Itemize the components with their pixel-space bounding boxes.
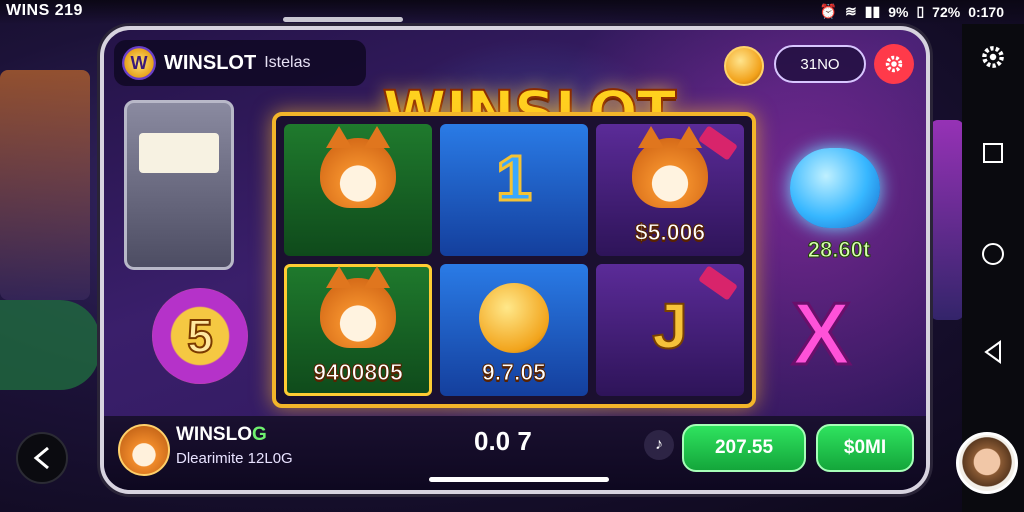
screen: WINS 219 ⏰ ≋ ▮▮ 9% ▯ 72% 0:170 W WINSLOT… — [0, 0, 1024, 512]
gear-icon — [885, 55, 903, 73]
settings-button[interactable] — [874, 44, 914, 84]
reel-cell[interactable]: 9.7.05 — [440, 264, 588, 396]
coin-balance-pill[interactable]: 31NO — [774, 45, 866, 83]
game-window: W WINSLOT Istelas 31NO 5 WINSLOT 1 — [100, 26, 930, 494]
wifi-icon: ≋ — [845, 3, 857, 19]
reel-cell-selected[interactable]: 9400805 — [284, 264, 432, 396]
cash-button[interactable]: $0MI — [816, 424, 914, 472]
coin-balance: 31NO — [800, 55, 840, 73]
bonus-coin[interactable]: 5 — [152, 288, 248, 384]
reel-cell[interactable] — [284, 124, 432, 256]
spin-amount-label: 207.55 — [714, 437, 774, 458]
x-multiplier-icon: X — [791, 284, 853, 383]
alarm-icon: ⏰ — [819, 3, 838, 19]
slot-machine-decoration — [124, 100, 234, 270]
number-one-symbol-icon: 1 — [495, 141, 534, 216]
app-name: WINSLOT — [164, 51, 257, 74]
cell-value: $5.006 — [634, 219, 706, 246]
reel-cell[interactable]: $5.006 — [596, 124, 744, 256]
letter-j-symbol-icon: J — [651, 289, 689, 363]
carrier-label: WINS 219 — [6, 2, 83, 19]
signal-icon: ▮▮ — [864, 3, 881, 19]
cell-value: 9400805 — [313, 359, 404, 386]
sound-toggle-icon[interactable]: ♪ — [644, 430, 674, 460]
user-profile-photo[interactable] — [956, 432, 1018, 494]
clock: 0:170 — [968, 3, 1004, 20]
player-subtitle: Dlearimite 12L0G — [176, 450, 293, 467]
chevron-left-icon — [33, 446, 49, 470]
slot-machine-screen — [139, 133, 219, 173]
cell-value: 9.7.05 — [482, 359, 547, 386]
ribbon-tag-icon — [698, 125, 738, 161]
cash-label: $0MI — [843, 437, 887, 458]
back-nav-button[interactable] — [962, 340, 1024, 369]
bet-value: 0.0 7 — [474, 426, 532, 456]
fox-symbol-icon — [320, 126, 396, 208]
fox-symbol-icon — [320, 266, 396, 348]
back-button[interactable] — [16, 432, 68, 484]
player-avatar[interactable] — [118, 424, 170, 476]
bg-arcade-right — [930, 120, 964, 320]
player-name: WINSLOG — [176, 424, 267, 445]
home-indicator[interactable] — [429, 477, 609, 482]
bottom-bar: WINSLOG Dlearimite 12L0G 0.0 7 ♪ 207.55 … — [104, 416, 926, 490]
side-prize-value: 28.60t — [807, 237, 871, 263]
coin-icon — [724, 46, 764, 86]
app-subtitle: Istelas — [264, 54, 311, 71]
battery-icon: ▯ — [916, 3, 925, 19]
bonus-coin-label: 5 — [186, 309, 214, 363]
signal-percent: 72% — [932, 3, 961, 20]
reel-cell[interactable]: 1 — [440, 124, 588, 256]
bg-table-left — [0, 300, 100, 390]
battery-percent: 9% — [888, 3, 909, 20]
winslot-logo-icon: W — [122, 46, 156, 80]
settings-gear-icon[interactable] — [962, 44, 1024, 75]
app-badge: W WINSLOT Istelas — [114, 40, 366, 86]
reel-cell[interactable]: J — [596, 264, 744, 396]
spin-amount-button[interactable]: 207.55 — [682, 424, 806, 472]
status-icons: ⏰ ≋ ▮▮ 9% ▯ 72% 0:170 — [820, 3, 1004, 20]
gem-heart-icon — [790, 148, 880, 228]
status-bar: WINS 219 ⏰ ≋ ▮▮ 9% ▯ 72% 0:170 — [0, 0, 1024, 24]
recents-button[interactable] — [962, 142, 1024, 169]
bg-arcade-left — [0, 70, 90, 300]
reel-grid: 1 $5.006 9400805 9.7.05 J — [272, 112, 756, 408]
home-button[interactable] — [962, 242, 1024, 271]
emoji-coin-symbol-icon — [469, 280, 559, 356]
top-notch-bar — [283, 17, 403, 22]
fox-cheering-symbol-icon — [632, 126, 708, 208]
